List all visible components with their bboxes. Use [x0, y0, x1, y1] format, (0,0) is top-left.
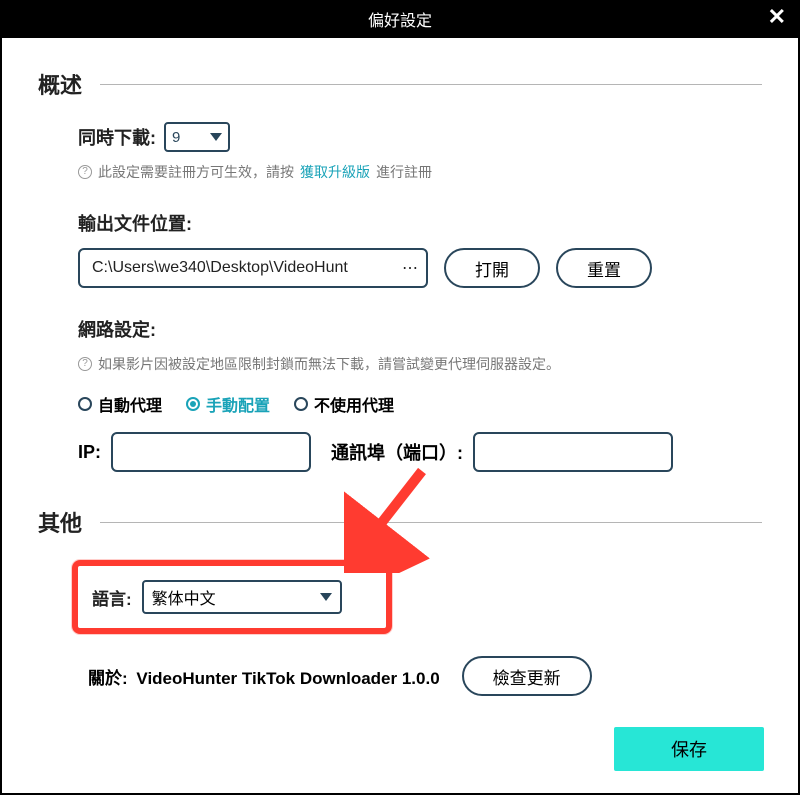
language-value: 繁体中文 [152, 585, 216, 609]
proxy-manual-label: 手動配置 [206, 392, 270, 416]
overview-heading-text: 概述 [38, 68, 82, 100]
section-other-heading: 其他 [38, 506, 762, 538]
chevron-down-icon [320, 593, 332, 601]
proxy-none-label: 不使用代理 [314, 392, 394, 416]
port-label: 通訊埠（端口）: [331, 439, 463, 465]
chevron-down-icon [210, 133, 222, 141]
titlebar: 偏好設定 ✕ [0, 0, 800, 38]
open-button[interactable]: 打開 [444, 248, 540, 288]
output-path-row: C:\Users\we340\Desktop\VideoHunt ⋯ 打開 重置 [78, 248, 762, 288]
save-button[interactable]: 保存 [614, 727, 764, 771]
check-update-button[interactable]: 檢查更新 [462, 656, 592, 696]
network-hint-text: 如果影片因被設定地區限制封鎖而無法下載，請嘗試變更代理伺服器設定。 [98, 354, 560, 374]
network-hint: ? 如果影片因被設定地區限制封鎖而無法下載，請嘗試變更代理伺服器設定。 [78, 354, 762, 374]
language-select[interactable]: 繁体中文 [142, 580, 342, 614]
window-title: 偏好設定 [368, 7, 432, 31]
about-row: 關於: VideoHunter TikTok Downloader 1.0.0 … [88, 656, 762, 696]
proxy-manual-radio[interactable]: 手動配置 [186, 392, 270, 416]
output-path-value: C:\Users\we340\Desktop\VideoHunt [92, 259, 396, 277]
ip-input[interactable] [111, 432, 311, 472]
network-settings-label: 網路設定: [78, 316, 762, 342]
reset-button-label: 重置 [587, 256, 621, 281]
section-overview-heading: 概述 [38, 68, 762, 100]
about-value: VideoHunter TikTok Downloader 1.0.0 [136, 669, 439, 688]
close-icon[interactable]: ✕ [768, 6, 786, 28]
ellipsis-icon: ⋯ [396, 258, 418, 278]
concurrent-hint: ? 此設定需要註冊方可生效，請按 獲取升級版 進行註冊 [78, 162, 762, 182]
help-icon: ? [78, 357, 92, 371]
proxy-radio-row: 自動代理 手動配置 不使用代理 [78, 392, 762, 416]
dialog-content: 概述 同時下載: 9 ? 此設定需要註冊方可生效，請按 獲取升級版 進行註冊 輸… [0, 38, 800, 795]
radio-on-icon [186, 397, 200, 411]
radio-off-icon [294, 397, 308, 411]
concurrent-label: 同時下載: [78, 124, 156, 150]
hint-suffix: 進行註冊 [376, 162, 432, 182]
concurrent-download-row: 同時下載: 9 [78, 122, 762, 152]
proxy-auto-radio[interactable]: 自動代理 [78, 392, 162, 416]
heading-rule [100, 84, 762, 85]
upgrade-link[interactable]: 獲取升級版 [300, 162, 370, 182]
about-label: 關於: [88, 669, 128, 688]
port-input[interactable] [473, 432, 673, 472]
ip-port-row: IP: 通訊埠（端口）: [78, 432, 762, 472]
hint-prefix: 此設定需要註冊方可生效，請按 [98, 162, 294, 182]
other-heading-text: 其他 [38, 506, 82, 538]
language-row-highlight: 語言: 繁体中文 [72, 560, 392, 634]
radio-off-icon [78, 397, 92, 411]
proxy-none-radio[interactable]: 不使用代理 [294, 392, 394, 416]
output-location-label: 輸出文件位置: [78, 210, 762, 236]
check-update-label: 檢查更新 [493, 664, 561, 689]
language-label: 語言: [92, 585, 132, 610]
concurrent-select[interactable]: 9 [164, 122, 230, 152]
output-path-input[interactable]: C:\Users\we340\Desktop\VideoHunt ⋯ [78, 248, 428, 288]
proxy-auto-label: 自動代理 [98, 392, 162, 416]
help-icon: ? [78, 165, 92, 179]
reset-button[interactable]: 重置 [556, 248, 652, 288]
open-button-label: 打開 [475, 256, 509, 281]
heading-rule [100, 522, 762, 523]
concurrent-value: 9 [172, 129, 180, 146]
save-label: 保存 [671, 736, 707, 762]
ip-label: IP: [78, 442, 101, 463]
